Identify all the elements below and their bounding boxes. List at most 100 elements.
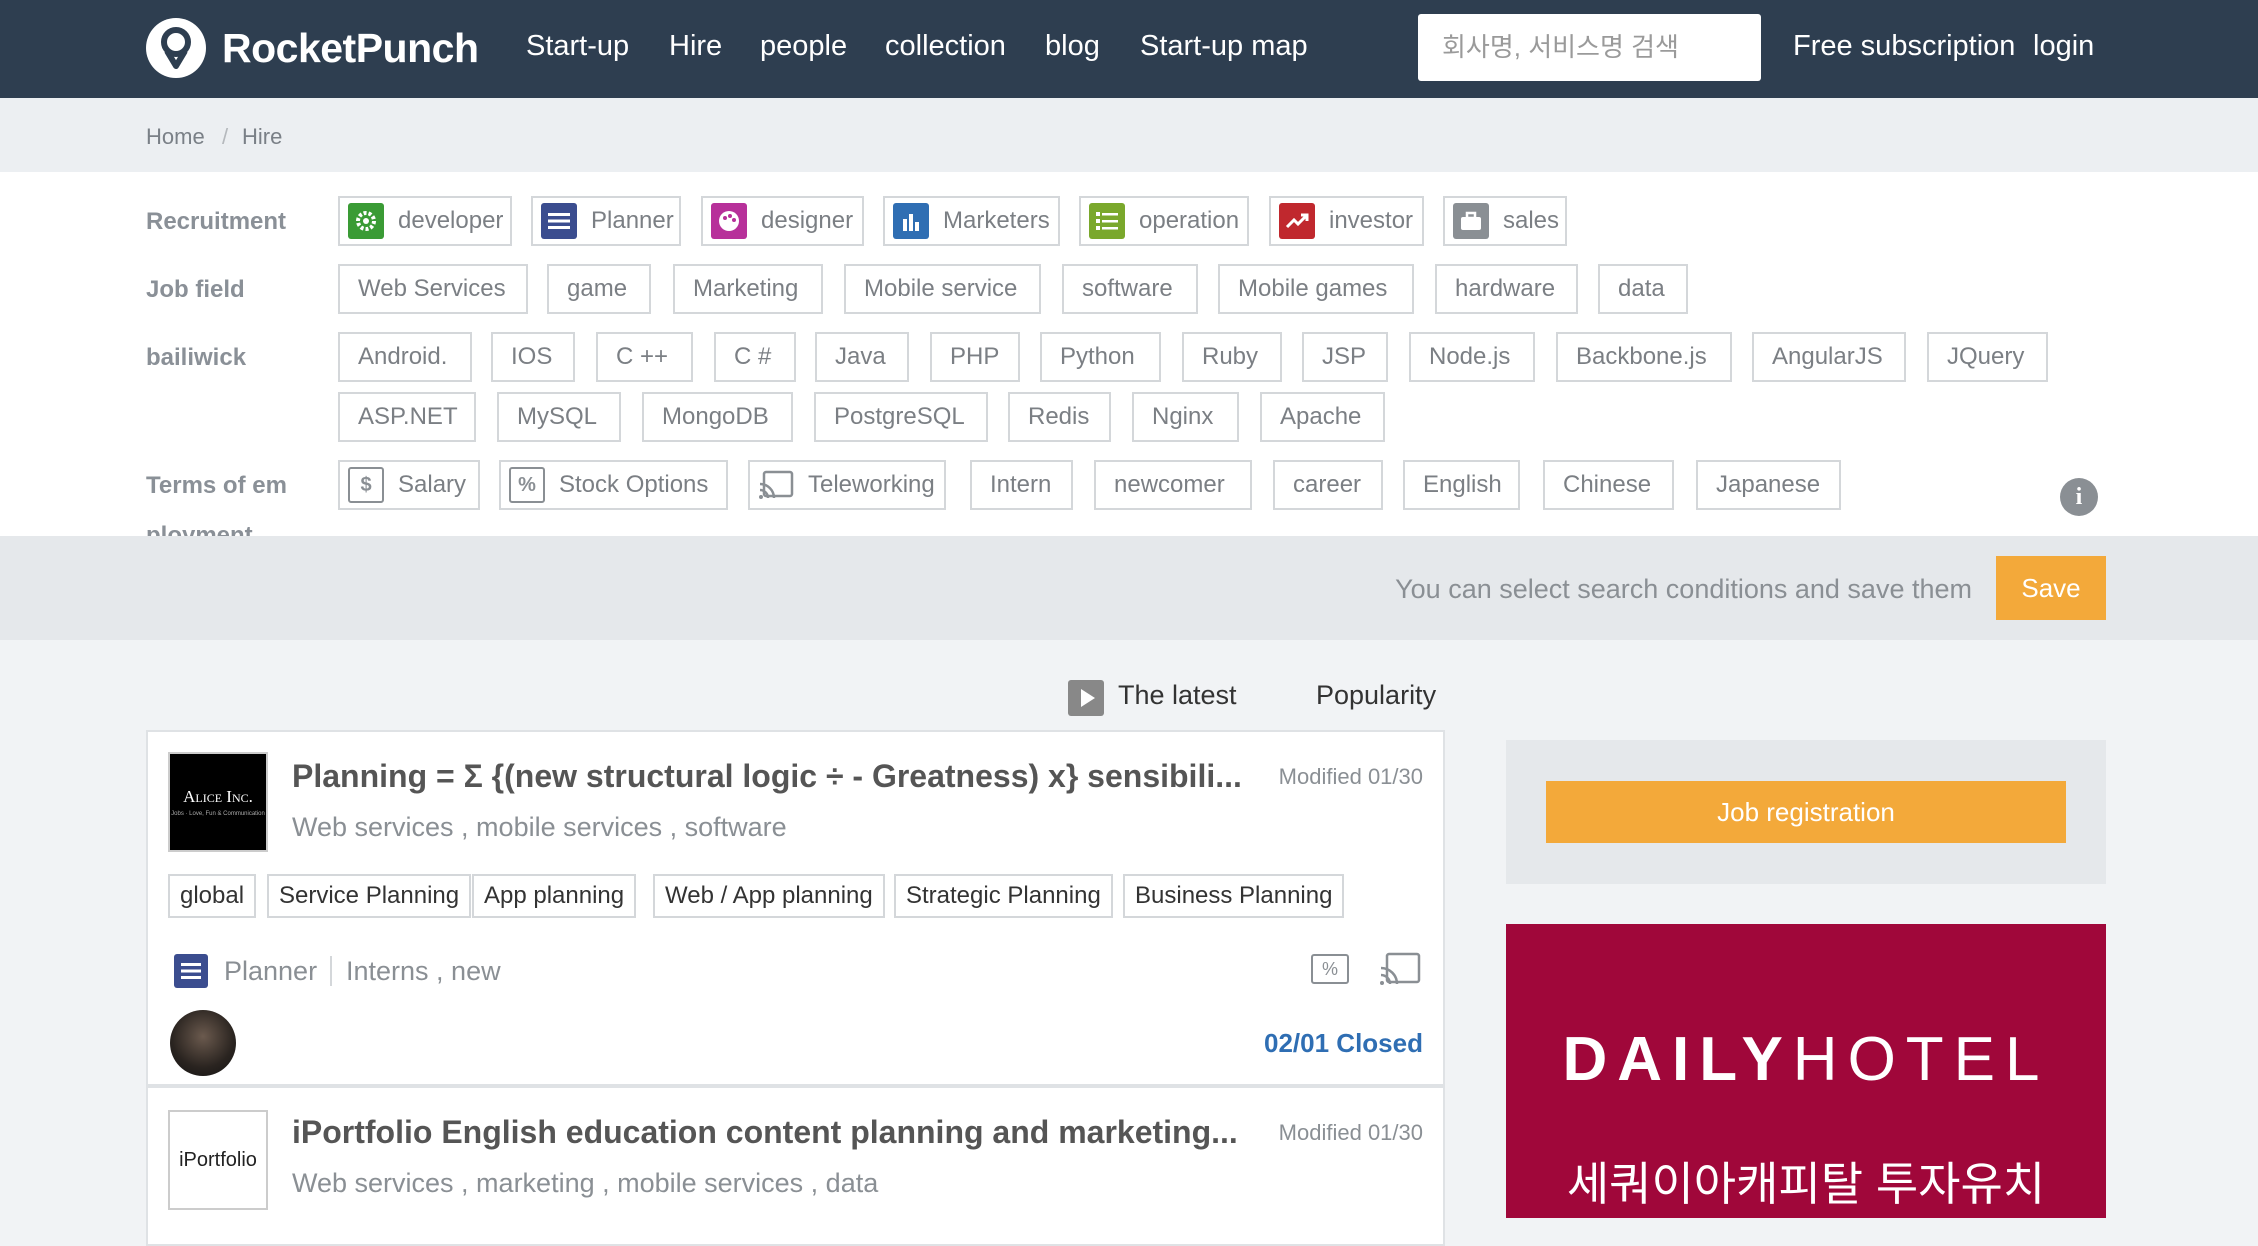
rocketpunch-logo[interactable]: RocketPunch	[146, 18, 479, 78]
ad-brand-hotel: HOTEL	[1792, 1025, 2050, 1094]
nav-people[interactable]: people	[760, 30, 847, 63]
job-title[interactable]: iPortfolio English education content pla…	[292, 1114, 1238, 1151]
bar-chart-icon	[893, 203, 929, 239]
filter-apache[interactable]: Apache	[1260, 392, 1385, 442]
trend-icon	[1279, 203, 1315, 239]
filter-ruby[interactable]: Ruby	[1182, 332, 1282, 382]
filter-panel: Recruitment developer Planner designer M…	[0, 172, 2258, 536]
filter-software[interactable]: software	[1062, 264, 1198, 314]
filter-game[interactable]: game	[547, 264, 651, 314]
logo-text: RocketPunch	[222, 24, 479, 71]
filter-ios[interactable]: IOS	[491, 332, 575, 382]
filter-newcomer[interactable]: newcomer	[1094, 460, 1252, 510]
breadcrumb-separator: /	[222, 124, 229, 149]
filter-nodejs[interactable]: Node.js	[1409, 332, 1535, 382]
breadcrumb	[0, 98, 2258, 172]
filter-sales-label: sales	[1503, 207, 1560, 234]
filter-mongodb[interactable]: MongoDB	[642, 392, 793, 442]
filter-planner-label: Planner	[591, 207, 674, 234]
breadcrumb-current[interactable]: Hire	[242, 124, 282, 150]
filter-aspnet[interactable]: ASP.NET	[338, 392, 476, 442]
filter-backbonejs[interactable]: Backbone.js	[1556, 332, 1732, 382]
company-logo-subtext: Jobs · Love, Fun & Communication	[171, 811, 265, 817]
teleworking-icon	[1379, 952, 1421, 991]
filter-marketers[interactable]: Marketers	[883, 196, 1060, 246]
dailyhotel-ad[interactable]: DAILYHOTEL 세쿼이아캐피탈 투자유치	[1506, 924, 2106, 1218]
filter-developer-label: developer	[398, 207, 504, 234]
filter-postgresql[interactable]: PostgreSQL	[814, 392, 988, 442]
filter-csharp[interactable]: C #	[714, 332, 796, 382]
search-input[interactable]	[1418, 14, 1761, 81]
company-logo-alice[interactable]: Alice Inc. Jobs · Love, Fun & Communicat…	[168, 752, 268, 852]
filter-stock-options[interactable]: % Stock Options	[499, 460, 728, 510]
nav-startup-map[interactable]: Start-up map	[1140, 30, 1308, 63]
planner-list-icon	[174, 954, 208, 988]
nav-blog[interactable]: blog	[1045, 30, 1100, 63]
filter-english[interactable]: English	[1403, 460, 1520, 510]
filter-sales[interactable]: sales	[1443, 196, 1567, 246]
free-subscription-link[interactable]: Free subscription	[1793, 30, 2015, 63]
tag-app-planning[interactable]: App planning	[472, 874, 637, 918]
filter-operation[interactable]: operation	[1079, 196, 1249, 246]
filter-designer-label: designer	[761, 207, 854, 234]
filter-web-services[interactable]: Web Services	[338, 264, 528, 314]
filter-teleworking[interactable]: Teleworking	[748, 460, 946, 510]
filter-mobile-service[interactable]: Mobile service	[844, 264, 1041, 314]
save-button[interactable]: Save	[1996, 556, 2106, 620]
filter-designer[interactable]: designer	[701, 196, 864, 246]
sort-latest[interactable]: The latest	[1118, 680, 1237, 711]
filter-jquery[interactable]: JQuery	[1927, 332, 2048, 382]
filter-investor-label: investor	[1329, 207, 1414, 234]
job-card[interactable]: iPortfolio iPortfolio English education …	[146, 1086, 1445, 1246]
modified-date: Modified 01/30	[1278, 764, 1423, 789]
tag-service-planning[interactable]: Service Planning	[267, 874, 472, 918]
filter-intern[interactable]: Intern	[970, 460, 1073, 510]
deadline-status: 02/01 Closed	[1264, 1028, 1423, 1058]
job-field-label: Job field	[146, 276, 245, 303]
filter-cpp[interactable]: C ++	[596, 332, 693, 382]
filter-data[interactable]: data	[1598, 264, 1688, 314]
job-registration-button[interactable]: Job registration	[1546, 781, 2066, 843]
filter-salary[interactable]: $ Salary	[338, 460, 480, 510]
filter-jsp[interactable]: JSP	[1302, 332, 1388, 382]
filter-planner[interactable]: Planner	[531, 196, 681, 246]
job-card[interactable]: Alice Inc. Jobs · Love, Fun & Communicat…	[146, 730, 1445, 1086]
filter-python[interactable]: Python	[1040, 332, 1161, 382]
filter-investor[interactable]: investor	[1269, 196, 1424, 246]
info-icon[interactable]: i	[2060, 478, 2098, 516]
filter-java[interactable]: Java	[815, 332, 909, 382]
filter-mobile-games[interactable]: Mobile games	[1218, 264, 1414, 314]
tag-web-app-planning[interactable]: Web / App planning	[653, 874, 885, 918]
login-link[interactable]: login	[2033, 30, 2094, 63]
filter-nginx[interactable]: Nginx	[1132, 392, 1239, 442]
filter-android[interactable]: Android.	[338, 332, 472, 382]
tag-business-planning[interactable]: Business Planning	[1123, 874, 1345, 918]
filter-mysql[interactable]: MySQL	[497, 392, 621, 442]
filter-redis[interactable]: Redis	[1008, 392, 1111, 442]
save-hint-text: You can select search conditions and sav…	[1395, 574, 1972, 604]
nav-startup[interactable]: Start-up	[526, 30, 629, 63]
filter-angularjs[interactable]: AngularJS	[1752, 332, 1906, 382]
breadcrumb-home[interactable]: Home	[146, 124, 205, 150]
company-logo-iportfolio[interactable]: iPortfolio	[168, 1110, 268, 1210]
filter-hardware[interactable]: hardware	[1435, 264, 1578, 314]
rocket-logo-icon	[146, 18, 206, 78]
filter-marketing[interactable]: Marketing	[673, 264, 823, 314]
filter-php[interactable]: PHP	[930, 332, 1020, 382]
filter-operation-label: operation	[1139, 207, 1240, 234]
avatar[interactable]	[170, 1010, 236, 1076]
job-role: Planner	[224, 956, 318, 986]
filter-developer[interactable]: developer	[338, 196, 512, 246]
filter-career[interactable]: career	[1273, 460, 1383, 510]
nav-collection[interactable]: collection	[885, 30, 1006, 63]
tag-global[interactable]: global	[168, 874, 257, 918]
filter-stock-options-label: Stock Options	[559, 471, 709, 498]
nav-hire[interactable]: Hire	[669, 30, 722, 63]
filter-japanese[interactable]: Japanese	[1696, 460, 1841, 510]
job-title[interactable]: Planning = Σ {(new structural logic ÷ - …	[292, 758, 1242, 795]
tag-strategic-planning[interactable]: Strategic Planning	[894, 874, 1113, 918]
modified-date: Modified 01/30	[1278, 1120, 1423, 1145]
sort-popularity[interactable]: Popularity	[1316, 680, 1436, 711]
filter-teleworking-label: Teleworking	[808, 471, 935, 498]
filter-chinese[interactable]: Chinese	[1543, 460, 1674, 510]
